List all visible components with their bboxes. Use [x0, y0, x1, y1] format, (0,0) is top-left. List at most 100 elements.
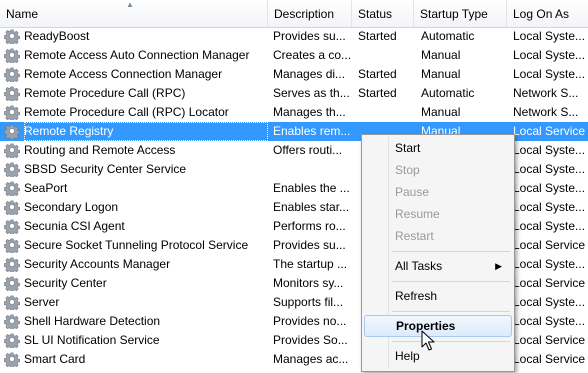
service-name: Remote Registry	[24, 122, 268, 141]
column-header-startup-type[interactable]: Startup Type	[414, 0, 507, 27]
service-description: Provides So...	[273, 333, 348, 347]
service-startup-type: Automatic	[421, 86, 475, 100]
service-log-on-as: Network S...	[513, 105, 579, 119]
service-description: Performs ro...	[273, 219, 346, 233]
service-status	[358, 46, 413, 65]
gear-icon	[4, 275, 20, 294]
menu-item-refresh[interactable]: Refresh	[364, 285, 512, 307]
service-startup-type: Manual	[421, 48, 461, 62]
service-name: Smart Card	[24, 352, 86, 366]
service-description: Supports fil...	[273, 295, 344, 309]
service-name: Server	[24, 295, 60, 309]
service-name: Remote Access Auto Connection Manager	[24, 48, 250, 62]
column-header-startup-type-label: Startup Type	[420, 7, 488, 21]
menu-item-start[interactable]: Start	[364, 137, 512, 159]
column-header-description-label: Description	[274, 7, 335, 21]
service-status	[358, 103, 413, 122]
service-row[interactable]: Remote Access Connection Manager Manages…	[0, 65, 588, 84]
service-row[interactable]: Remote Access Auto Connection Manager Cr…	[0, 46, 588, 65]
column-header-description[interactable]: Description	[268, 0, 352, 27]
service-log-on-as: Local Syste...	[513, 162, 586, 176]
service-log-on-as: Local Syste...	[513, 200, 586, 214]
service-row[interactable]: Remote Procedure Call (RPC) Locator Mana…	[0, 103, 588, 122]
service-description: Enables star...	[273, 200, 350, 214]
service-description: Offers routi...	[273, 143, 343, 157]
mouse-pointer-icon	[421, 330, 435, 351]
service-log-on-as: Local Syste...	[513, 219, 586, 233]
column-header-status[interactable]: Status	[352, 0, 414, 27]
service-name: Secure Socket Tunneling Protocol Service	[24, 238, 249, 252]
service-log-on-as: Local Syste...	[513, 295, 586, 309]
menu-item-restart: Restart	[395, 229, 434, 243]
gear-icon	[4, 351, 20, 370]
service-log-on-as: Local Service	[513, 276, 586, 290]
service-startup-type: Manual	[421, 67, 461, 81]
menu-separator	[392, 251, 510, 252]
service-log-on-as: Local Syste...	[513, 143, 586, 157]
service-name: SL UI Notification Service	[24, 333, 160, 347]
service-name: SeaPort	[24, 181, 68, 195]
gear-icon	[4, 47, 20, 66]
menu-item-pause: Pause	[395, 185, 430, 199]
menu-separator	[392, 341, 510, 342]
gear-icon	[4, 237, 20, 256]
service-log-on-as: Local Syste...	[513, 48, 586, 62]
service-startup-type: Automatic	[421, 29, 475, 43]
menu-item-help[interactable]: Help	[364, 345, 512, 367]
service-name: Secunia CSI Agent	[24, 219, 125, 233]
service-row[interactable]: Remote Procedure Call (RPC) Serves as th…	[0, 84, 588, 103]
gear-icon	[4, 332, 20, 351]
service-row[interactable]: ReadyBoost Provides su... Started Automa…	[0, 27, 588, 46]
gear-icon	[4, 256, 20, 275]
menu-separator	[392, 281, 510, 282]
gear-icon	[4, 161, 20, 180]
service-description: The startup ...	[273, 257, 348, 271]
gear-icon	[4, 313, 20, 332]
service-log-on-as: Local Syste...	[513, 314, 586, 328]
column-header-log-on-as[interactable]: Log On As	[507, 0, 588, 27]
gear-icon	[4, 123, 20, 142]
service-log-on-as: Local Syste...	[513, 181, 586, 195]
menu-separator	[392, 311, 510, 312]
service-description: Enables the ...	[273, 181, 350, 195]
menu-item-stop: Stop	[395, 163, 420, 177]
menu-item-all-tasks[interactable]: All Tasks ▶	[364, 255, 512, 277]
service-startup-type: Manual	[421, 105, 461, 119]
service-name: Remote Access Connection Manager	[24, 67, 223, 81]
service-description: Provides su...	[273, 238, 346, 252]
service-name: Secondary Logon	[24, 200, 119, 214]
service-log-on-as: Network S...	[513, 86, 579, 100]
context-menu: Start Stop Pause Resume Restart All Task…	[361, 134, 515, 372]
service-log-on-as: Local Syste...	[513, 257, 586, 271]
service-name: Routing and Remote Access	[24, 143, 176, 157]
service-description: Manages th...	[273, 105, 346, 119]
menu-item-properties[interactable]: Properties	[364, 315, 512, 337]
service-description: Serves as th...	[273, 86, 350, 100]
service-description	[273, 160, 353, 179]
gear-icon	[4, 66, 20, 85]
column-header-log-on-as-label: Log On As	[513, 7, 570, 21]
gear-icon	[4, 28, 20, 47]
service-description: Creates a co...	[273, 48, 352, 62]
service-status: Started	[358, 67, 397, 81]
service-name: Shell Hardware Detection	[24, 314, 161, 328]
service-log-on-as: Local Service	[513, 238, 586, 252]
service-log-on-as: Local Service	[513, 333, 586, 347]
service-status: Started	[358, 86, 397, 100]
service-description: Manages ac...	[273, 352, 349, 366]
sort-ascending-icon: ▲	[126, 0, 134, 9]
service-log-on-as: Local Service	[513, 124, 586, 138]
service-description: Monitors sy...	[273, 276, 344, 290]
column-header-name[interactable]: Name ▲	[0, 0, 268, 27]
service-description: Provides no...	[273, 314, 347, 328]
service-name: Security Accounts Manager	[24, 257, 171, 271]
gear-icon	[4, 294, 20, 313]
gear-icon	[4, 104, 20, 123]
column-header-bar: Name ▲ Description Status Startup Type L…	[0, 0, 588, 28]
service-description: Provides su...	[273, 29, 346, 43]
gear-icon	[4, 85, 20, 104]
service-description: Enables rem...	[273, 124, 351, 138]
service-name: Remote Procedure Call (RPC)	[24, 86, 186, 100]
service-log-on-as: Local Service	[513, 352, 586, 366]
column-header-status-label: Status	[358, 7, 393, 21]
